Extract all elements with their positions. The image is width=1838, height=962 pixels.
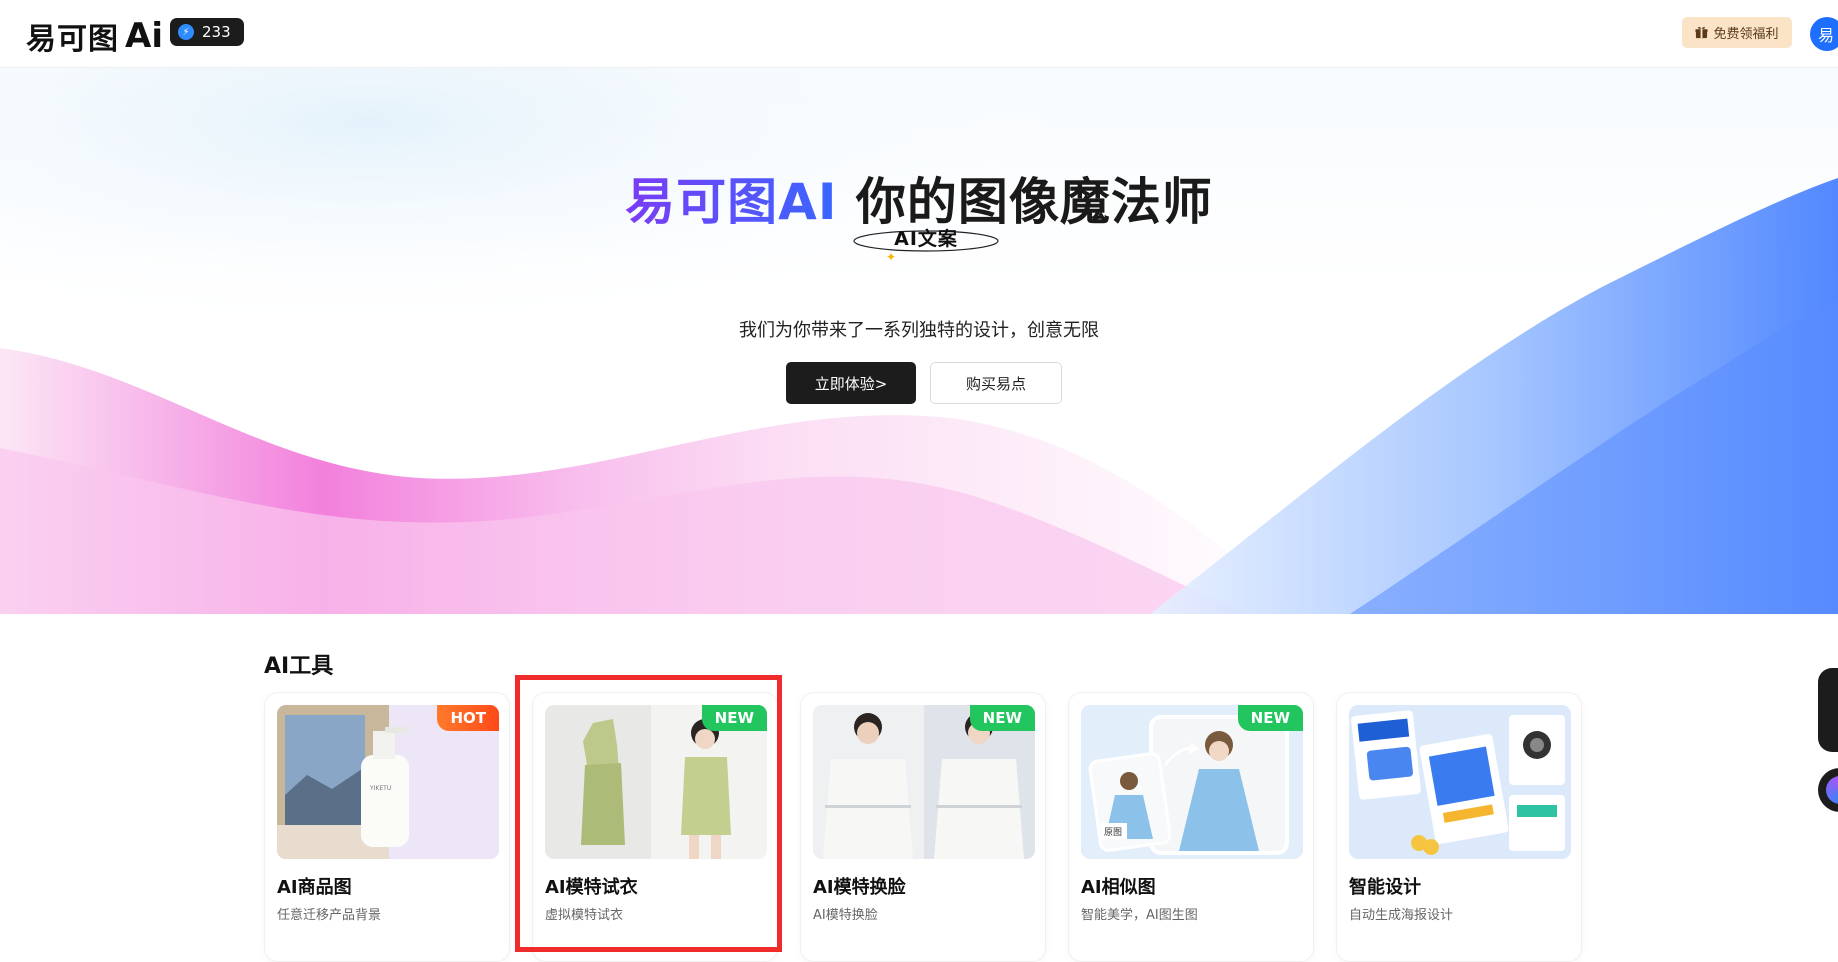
free-benefits-label: 免费领福利 bbox=[1713, 27, 1779, 42]
points-count: 233 bbox=[202, 23, 231, 41]
tool-card-similar-image[interactable]: 原图 NEW AI相似图 智能美学，AI图生图 bbox=[1068, 692, 1314, 962]
hero-banner: 易可图AI 你的图像魔法师 ✦ AI文案 我们为你带来了一系列独特的设计，创意无… bbox=[0, 68, 1838, 614]
tool-name: AI相似图 bbox=[1081, 877, 1156, 898]
logo[interactable]: 易可图 Ai bbox=[26, 14, 163, 58]
logo-text: 易可图 bbox=[26, 22, 119, 57]
tool-description: AI模特换脸 bbox=[813, 908, 878, 923]
tool-card-model-tryon[interactable]: NEW AI模特试衣 虚拟模特试衣 bbox=[532, 692, 778, 962]
floating-assistant-button[interactable] bbox=[1818, 768, 1838, 812]
new-tag: NEW bbox=[701, 705, 767, 731]
bolt-icon: ⚡ bbox=[178, 24, 194, 40]
ai-tools-title: AI工具 bbox=[264, 654, 334, 679]
tool-name: AI模特换脸 bbox=[813, 877, 906, 898]
points-badge[interactable]: ⚡ 233 bbox=[170, 18, 244, 46]
tool-description: 自动生成海报设计 bbox=[1349, 908, 1454, 923]
similar-image-thumbnail: 原图 NEW bbox=[1081, 705, 1303, 859]
tool-description: 虚拟模特试衣 bbox=[545, 908, 624, 923]
tool-card-face-swap[interactable]: NEW AI模特换脸 AI模特换脸 bbox=[800, 692, 1046, 962]
hero-subtitle: 我们为你带来了一系列独特的设计，创意无限 bbox=[739, 320, 1099, 341]
product-image-thumbnail: YIKETU HOT bbox=[277, 705, 499, 859]
free-benefits-button[interactable]: 免费领福利 bbox=[1682, 17, 1792, 48]
buy-points-button[interactable]: 购买易点 bbox=[930, 362, 1062, 404]
tool-name: AI模特试衣 bbox=[545, 877, 638, 898]
product-label-text: YIKETU bbox=[369, 785, 391, 792]
tool-card-product-image[interactable]: YIKETU HOT AI商品图 任意迁移产品背景 bbox=[264, 692, 510, 962]
tool-description: 智能美学，AI图生图 bbox=[1081, 908, 1198, 923]
gift-icon bbox=[1695, 27, 1709, 39]
tool-description: 任意迁移产品背景 bbox=[277, 908, 382, 923]
hero-badge-text: AI文案 bbox=[894, 228, 958, 250]
hero-title-brand: 易可图AI bbox=[625, 173, 838, 231]
smart-design-thumbnail bbox=[1349, 705, 1571, 859]
floating-side-panel[interactable] bbox=[1818, 668, 1838, 752]
tool-card-smart-design[interactable]: 智能设计 自动生成海报设计 bbox=[1336, 692, 1582, 962]
model-tryon-thumbnail: NEW bbox=[545, 705, 767, 859]
hot-tag: HOT bbox=[437, 705, 499, 731]
origin-label-text: 原图 bbox=[1104, 827, 1122, 838]
hero-ai-copy-badge: ✦ AI文案 bbox=[852, 224, 1000, 264]
new-tag: NEW bbox=[1237, 705, 1303, 731]
top-header: 易可图 Ai ⚡ 233 免费领福利 易 bbox=[0, 0, 1838, 68]
new-tag: NEW bbox=[969, 705, 1035, 731]
hero-title-rest: 你的图像魔法师 bbox=[837, 173, 1213, 231]
tool-name: 智能设计 bbox=[1349, 877, 1421, 898]
try-now-button[interactable]: 立即体验> bbox=[786, 362, 916, 404]
face-swap-thumbnail: NEW bbox=[813, 705, 1035, 859]
assistant-icon bbox=[1826, 776, 1838, 804]
tool-name: AI商品图 bbox=[277, 877, 352, 898]
logo-ai-mark: Ai bbox=[125, 16, 163, 56]
user-avatar[interactable]: 易 bbox=[1810, 17, 1838, 51]
svg-text:✦: ✦ bbox=[886, 250, 896, 264]
